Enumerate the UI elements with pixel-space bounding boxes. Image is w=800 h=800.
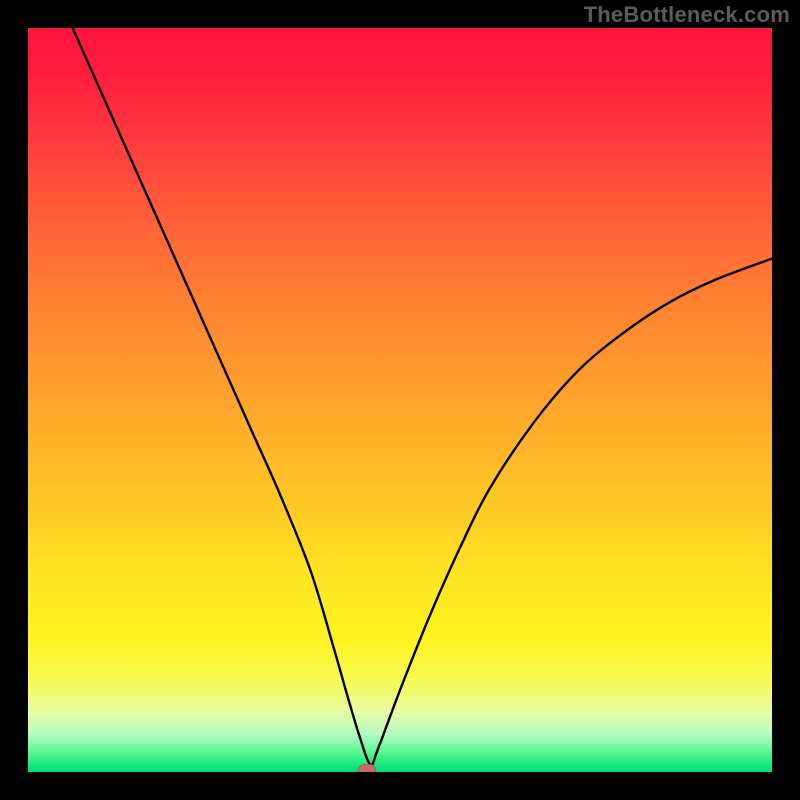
minimum-marker xyxy=(358,764,376,772)
plot-area xyxy=(28,28,772,772)
bottleneck-curve xyxy=(28,28,772,772)
watermark-text: TheBottleneck.com xyxy=(584,2,790,28)
chart-frame: TheBottleneck.com xyxy=(0,0,800,800)
